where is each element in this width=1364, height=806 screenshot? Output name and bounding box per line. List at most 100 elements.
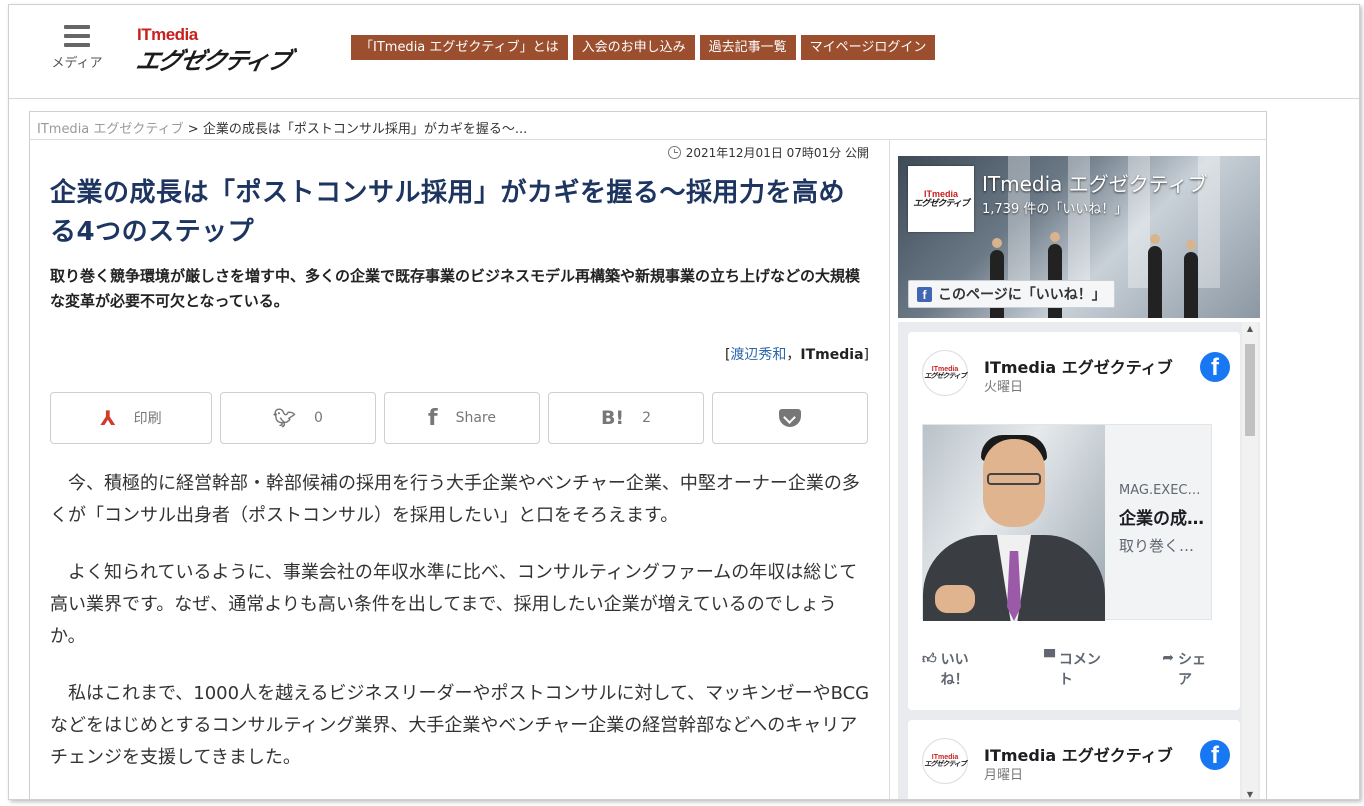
portrait-hand [935, 585, 975, 613]
mini-logo-ex: エグゼクティブ [924, 373, 967, 380]
media-menu-label: メディア [51, 56, 103, 71]
post-avatar[interactable]: ITmedia エグゼクティブ [922, 350, 968, 396]
clock-icon [667, 146, 681, 159]
portrait-glasses [987, 473, 1041, 485]
post-day[interactable]: 火曜日 [984, 376, 1023, 395]
facebook-page-widget: ITmedia エグゼクティブ ITmedia エグゼクティブ 1,739 件の… [898, 150, 1260, 799]
article-byline: [渡辺秀和，ITmedia] [725, 344, 869, 364]
content-area: ITmedia エグゼクティブ > 企業の成長は「ポストコンサル採用」がカギを握… [29, 111, 1267, 799]
facebook-f-icon: f [428, 405, 438, 431]
publisher-name: ITmedia [800, 347, 864, 363]
cover-person [1148, 234, 1162, 318]
post-like-button[interactable]: 👍︎ いいね！ [922, 650, 989, 698]
facebook-share-button[interactable]: f Share [384, 392, 540, 444]
link-description: 取り巻く競争環境が厳しさを増す中 [1119, 537, 1209, 555]
link-preview-card[interactable]: MAG.EXECUTIVE.ITMEDIA.CO.JP 企業の成長は「ポストコン… [922, 424, 1212, 621]
post-share-button[interactable]: ➦ シェア [1162, 650, 1212, 698]
pocket-icon [779, 409, 801, 427]
facebook-cover-image[interactable]: ITmedia エグゼクティブ ITmedia エグゼクティブ 1,739 件の… [898, 156, 1260, 318]
scroll-down-icon[interactable]: ▼ [1242, 788, 1258, 799]
scrollbar-thumb[interactable] [1245, 344, 1255, 436]
mini-logo-it: ITmedia [931, 754, 959, 761]
facebook-page-name[interactable]: ITmedia エグゼクティブ [982, 168, 1252, 197]
twitter-count: 0 [313, 410, 323, 426]
pocket-button[interactable] [712, 392, 868, 444]
breadcrumb-home[interactable]: ITmedia エグゼクティブ [37, 122, 184, 137]
facebook-circle-icon[interactable]: f [1200, 352, 1230, 382]
paragraph: 私はこれまで、1000人を越えるビジネスリーダーやポストコンサルに対して、マッキ… [50, 683, 870, 768]
post-author-name[interactable]: ITmedia エグゼクティブ [984, 742, 1173, 766]
print-label: 印刷 [133, 411, 162, 427]
pdf-icon: ⅄ [100, 406, 116, 430]
facebook-share-label: Share [455, 410, 496, 426]
facebook-post: ITmedia エグゼクティブ ITmedia エグゼクティブ 月曜日 f [908, 720, 1240, 799]
print-button[interactable]: ⅄ 印刷 [50, 392, 212, 444]
post-avatar[interactable]: ITmedia エグゼクティブ [922, 738, 968, 784]
author-link[interactable]: 渡辺秀和 [730, 347, 786, 363]
byline-separator: ， [786, 347, 801, 363]
site-header: メディア ITmedia エグゼクティブ 「ITmedia エグゼクティブ」とは… [9, 5, 1359, 99]
link-text: MAG.EXECUTIVE.ITMEDIA.CO.JP 企業の成長は「ポストコン… [1119, 483, 1209, 556]
article-title: 企業の成長は「ポストコンサル採用」がカギを握る～採用力を高める4つのステップ [50, 178, 846, 247]
site-logo[interactable]: ITmedia エグゼクティブ [133, 25, 317, 75]
post-header: ITmedia エグゼクティブ ITmedia エグゼクティブ 月曜日 f [908, 720, 1240, 799]
post-comment-button[interactable]: ▀ コメント [1044, 650, 1107, 698]
scroll-up-icon[interactable]: ▲ [1242, 322, 1258, 336]
publish-date-text: 2021年12月01日 07時01分 公開 [685, 146, 869, 160]
browser-page: メディア ITmedia エグゼクティブ 「ITmedia エグゼクティブ」とは… [8, 4, 1360, 800]
nav-signup[interactable]: 入会のお申し込み [572, 35, 695, 60]
paragraph: 今、積極的に経営幹部・幹部候補の採用を行う大手企業やベンチャー企業、中堅オーナー… [50, 473, 860, 526]
nav-mypage-login[interactable]: マイページログイン [800, 35, 936, 60]
facebook-like-page-button[interactable]: f このページに「いいね！」 [908, 280, 1115, 308]
mini-logo-it: ITmedia [931, 366, 959, 373]
breadcrumb: ITmedia エグゼクティブ > 企業の成長は「ポストコンサル採用」がカギを握… [30, 112, 1266, 140]
facebook-circle-icon[interactable]: f [1200, 740, 1230, 770]
article-lead: 取り巻く競争環境が厳しさを増す中、多くの企業で既存事業のビジネスモデル再構築や新… [50, 267, 861, 310]
article-thumbnail [923, 425, 1105, 621]
publish-date: 2021年12月01日 07時01分 公開 [667, 144, 869, 161]
top-nav: 「ITmedia エグゼクティブ」とは 入会のお申し込み 過去記事一覧 マイペー… [351, 35, 936, 60]
breadcrumb-current: 企業の成長は「ポストコンサル採用」がカギを握る～... [202, 122, 528, 137]
article-body: 今、積極的に経営幹部・幹部候補の採用を行う大手企業やベンチャー企業、中堅オーナー… [50, 468, 870, 799]
facebook-like-count: 1,739 件の「いいね！」 [982, 202, 1128, 217]
cover-person [1184, 240, 1198, 318]
hatena-count: 2 [642, 410, 652, 426]
post-actions: 👍︎ いいね！ ▀ コメント ➦ シェア [922, 650, 1212, 698]
twitter-bird-icon: 🐦︎ [273, 407, 296, 429]
facebook-logo-icon: f [917, 286, 932, 302]
mini-logo-ex: エグゼクティブ [913, 198, 969, 208]
comment-label: コメント [1058, 652, 1101, 688]
share-label: シェア [1178, 652, 1206, 688]
post-day[interactable]: 月曜日 [984, 764, 1023, 783]
facebook-post: ITmedia エグゼクティブ ITmedia エグゼクティブ 火曜日 f MA… [908, 332, 1240, 710]
like-label: いいね！ [940, 652, 969, 688]
post-header: ITmedia エグゼクティブ ITmedia エグゼクティブ 火曜日 f [908, 332, 1240, 412]
nav-archive[interactable]: 過去記事一覧 [699, 35, 796, 60]
link-domain: MAG.EXECUTIVE.ITMEDIA.CO.JP [1119, 483, 1209, 498]
logo-executive: エグゼクティブ [133, 47, 293, 75]
share-arrow-icon: ➦ [1162, 650, 1174, 666]
hatena-bookmark-icon: B! [600, 407, 625, 429]
avatar-logo: ITmedia エグゼクティブ [924, 754, 967, 768]
mini-logo-ex: エグゼクティブ [924, 761, 967, 768]
article-column: 2021年12月01日 07時01分 公開 企業の成長は「ポストコンサル採用」が… [30, 140, 890, 799]
share-buttons: ⅄ 印刷 🐦︎ 0 f Share B! 2 [50, 392, 868, 444]
media-menu-button[interactable]: メディア [45, 25, 109, 75]
paragraph: よく知られているように、事業会社の年収水準に比べ、コンサルティングファームの年収… [50, 562, 858, 647]
feed-scrollbar[interactable]: ▲ ▼ [1242, 322, 1258, 799]
post-author-name[interactable]: ITmedia エグゼクティブ [984, 354, 1173, 378]
nav-about[interactable]: 「ITmedia エグゼクティブ」とは [351, 35, 568, 60]
byline-close: ] [863, 347, 869, 363]
facebook-page-avatar[interactable]: ITmedia エグゼクティブ [908, 166, 974, 232]
breadcrumb-separator: > [187, 122, 199, 137]
facebook-feed: ITmedia エグゼクティブ ITmedia エグゼクティブ 火曜日 f MA… [898, 322, 1260, 799]
hatena-bookmark-button[interactable]: B! 2 [548, 392, 704, 444]
page-logo: ITmedia エグゼクティブ [913, 190, 969, 208]
thumbs-up-icon: 👍︎ [922, 651, 937, 667]
comment-icon: ▀ [1044, 650, 1055, 666]
link-title: 企業の成長は「ポストコンサル採用」がカギを握る [1119, 509, 1209, 529]
twitter-share-button[interactable]: 🐦︎ 0 [220, 392, 376, 444]
like-page-label: このページに「いいね！」 [938, 287, 1106, 303]
hamburger-icon [64, 25, 90, 47]
avatar-logo: ITmedia エグゼクティブ [924, 366, 967, 380]
